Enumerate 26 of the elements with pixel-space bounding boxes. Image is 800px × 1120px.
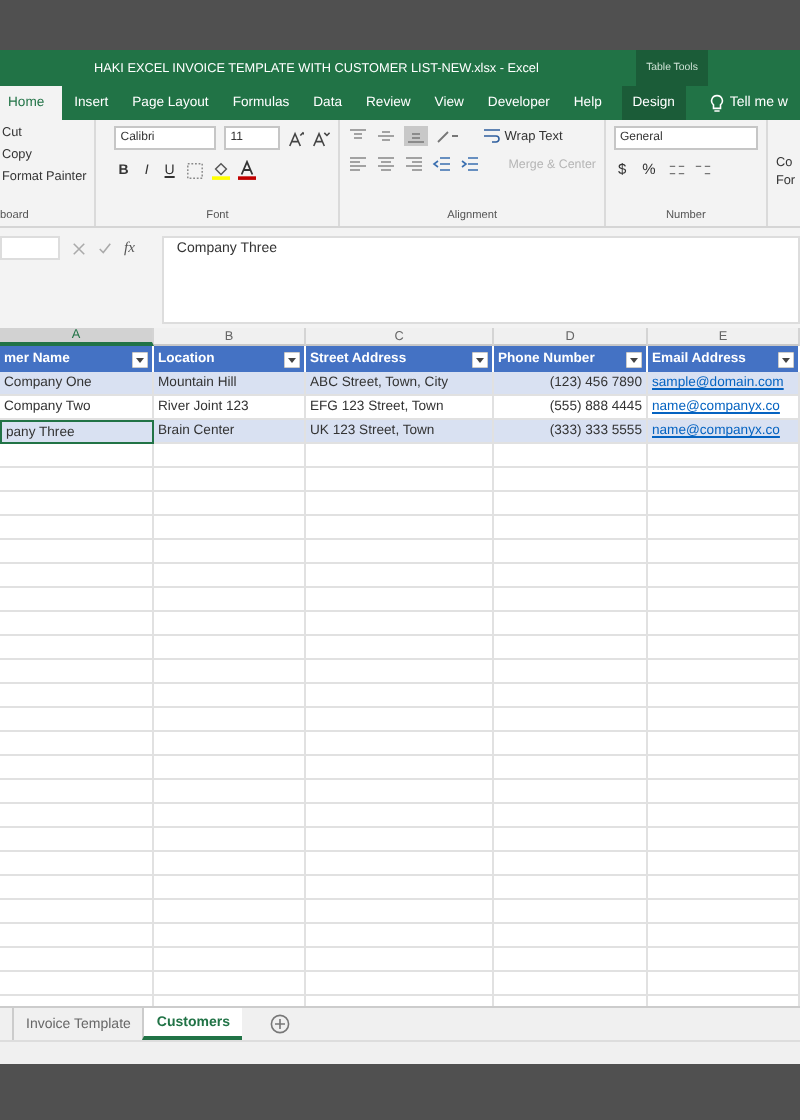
decrease-indent-icon[interactable] — [432, 156, 453, 172]
check-icon[interactable] — [98, 242, 112, 256]
cancel-icon[interactable] — [72, 242, 86, 256]
align-center-icon[interactable] — [376, 156, 397, 172]
filter-dropdown-icon[interactable] — [284, 351, 300, 367]
shrink-font-icon[interactable] — [312, 129, 331, 147]
filter-dropdown-icon[interactable] — [132, 351, 148, 367]
grow-font-icon[interactable] — [287, 129, 305, 147]
orientation-icon[interactable] — [436, 128, 461, 144]
increase-indent-icon[interactable] — [460, 156, 481, 172]
align-left-icon[interactable] — [348, 156, 369, 172]
filter-dropdown-icon[interactable] — [778, 351, 794, 367]
add-sheet-icon[interactable] — [269, 1014, 290, 1034]
wrap-text-icon — [484, 128, 501, 144]
fill-color-icon[interactable] — [212, 160, 231, 180]
font-color-icon[interactable] — [238, 160, 257, 180]
align-top-icon[interactable] — [348, 128, 369, 144]
decrease-decimal-icon[interactable] — [693, 161, 712, 177]
filter-dropdown-icon[interactable] — [472, 351, 488, 367]
filter-dropdown-icon[interactable] — [626, 351, 642, 367]
lightbulb-icon — [709, 93, 724, 113]
borders-icon[interactable] — [186, 161, 205, 179]
align-middle-icon[interactable] — [376, 128, 397, 144]
align-bottom-icon[interactable] — [404, 126, 429, 146]
align-right-icon[interactable] — [404, 156, 425, 172]
increase-decimal-icon[interactable] — [667, 161, 686, 177]
